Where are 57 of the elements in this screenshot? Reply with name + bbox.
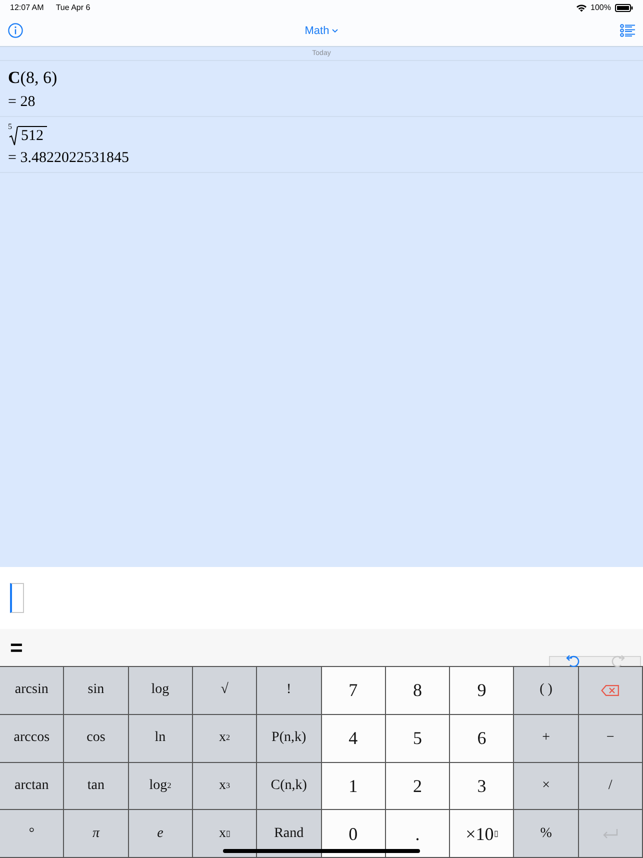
function-key[interactable]: log <box>128 667 193 715</box>
function-key[interactable]: Rand <box>257 810 322 858</box>
function-key[interactable]: P(n,k) <box>257 714 322 762</box>
digit-key[interactable]: 2 <box>386 762 450 810</box>
digit-key[interactable]: 0 <box>322 810 386 858</box>
function-key[interactable]: − <box>578 714 643 762</box>
return-icon <box>602 828 618 839</box>
function-key[interactable]: √ <box>192 667 258 715</box>
history-expression[interactable]: C(8, 6) <box>8 65 635 91</box>
function-key[interactable]: ° <box>0 810 64 858</box>
function-key[interactable]: × <box>514 762 579 810</box>
function-key[interactable]: ( ) <box>514 667 579 715</box>
backspace-key[interactable] <box>578 667 643 715</box>
digit-key[interactable]: 5 <box>386 714 450 762</box>
function-key[interactable]: π <box>64 810 129 858</box>
wifi-icon <box>576 4 587 12</box>
function-key[interactable]: x$^{2}$ <box>192 714 258 762</box>
digit-key[interactable]: ×10$^{▯}$ <box>450 810 514 858</box>
function-key[interactable]: arcsin <box>0 667 64 715</box>
redo-icon[interactable] <box>610 655 624 667</box>
function-key[interactable]: ! <box>257 667 322 715</box>
digit-key[interactable]: 4 <box>322 714 386 762</box>
equals-sign: = <box>10 634 23 660</box>
function-key[interactable]: / <box>578 762 643 810</box>
digit-key[interactable]: 8 <box>386 667 450 715</box>
function-key[interactable]: x$^{3}$ <box>192 762 258 810</box>
function-key[interactable]: tan <box>64 762 129 810</box>
digit-key[interactable]: 9 <box>450 667 514 715</box>
digit-key[interactable]: . <box>386 810 450 858</box>
history-result[interactable]: = 28 <box>8 91 635 113</box>
function-key[interactable]: e <box>128 810 193 858</box>
function-key[interactable]: sin <box>64 667 129 715</box>
history-expression[interactable]: $^{5}$ 512 <box>8 121 635 147</box>
status-time: 12:07 AM <box>10 3 44 12</box>
history-result[interactable]: = 3.4822022531845 <box>8 147 635 169</box>
list-icon[interactable] <box>620 24 635 37</box>
digit-key[interactable]: 7 <box>322 667 386 715</box>
function-key[interactable]: + <box>514 714 579 762</box>
digit-key[interactable]: 1 <box>322 762 386 810</box>
function-key[interactable]: arctan <box>0 762 64 810</box>
function-key[interactable]: x$^{▯}$ <box>192 810 258 858</box>
digit-key[interactable]: 6 <box>450 714 514 762</box>
backspace-icon <box>601 684 620 696</box>
function-key[interactable]: % <box>514 810 579 858</box>
undo-icon[interactable] <box>566 655 580 667</box>
mode-dropdown[interactable]: Math <box>304 24 338 36</box>
battery-icon <box>615 4 633 12</box>
info-icon[interactable] <box>8 23 23 38</box>
chevron-down-icon <box>332 28 338 32</box>
digit-key[interactable]: 3 <box>450 762 514 810</box>
function-key[interactable]: cos <box>64 714 129 762</box>
function-key[interactable]: arccos <box>0 714 64 762</box>
function-key[interactable]: C(n,k) <box>257 762 322 810</box>
function-key[interactable]: ln <box>128 714 193 762</box>
battery-percent: 100% <box>590 3 611 12</box>
status-date: Tue Apr 6 <box>56 3 90 12</box>
input-field[interactable] <box>10 583 24 613</box>
